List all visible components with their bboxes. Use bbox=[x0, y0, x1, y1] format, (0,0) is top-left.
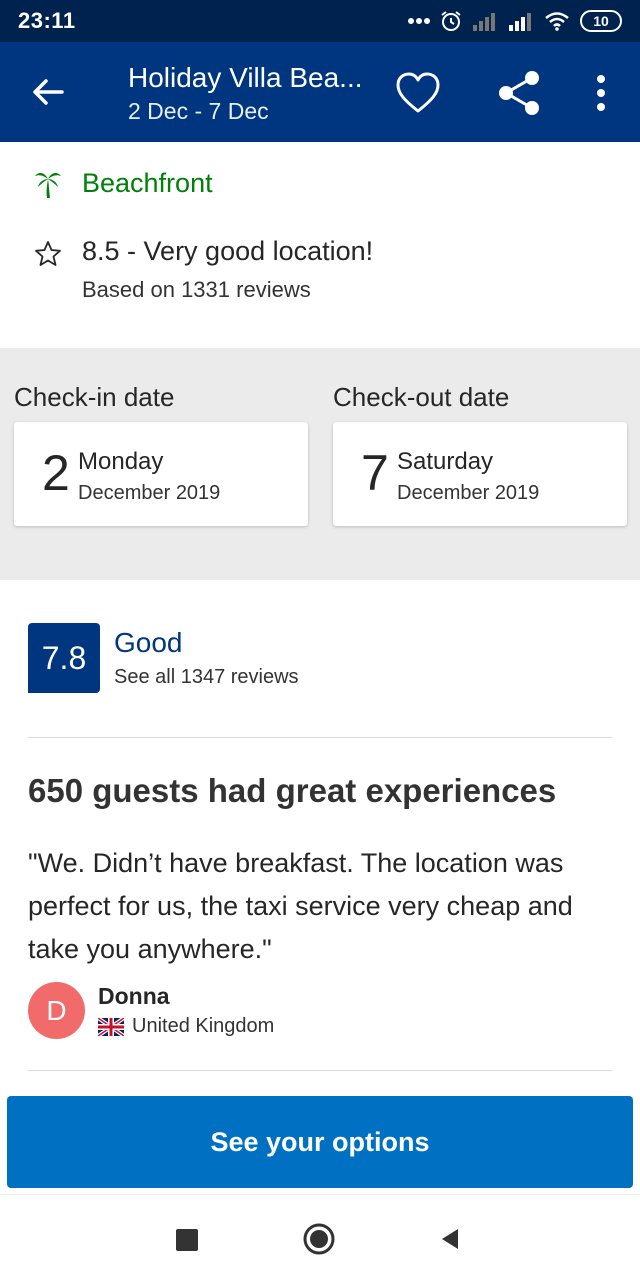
app-bar: Holiday Villa Bea... 2 Dec - 7 Dec bbox=[0, 42, 640, 142]
checkin-label: Check-in date bbox=[14, 382, 175, 412]
more-dots-icon bbox=[408, 18, 430, 24]
share-icon[interactable] bbox=[496, 70, 542, 116]
reviewer-country: United Kingdom bbox=[132, 1015, 275, 1037]
battery-icon: 10 bbox=[580, 10, 622, 32]
location-score-row: 8.5 - Very good location! Based on 1331 … bbox=[34, 236, 373, 303]
palm-tree-icon bbox=[35, 172, 61, 198]
checkout-weekday: Saturday bbox=[397, 448, 494, 475]
recent-apps-icon[interactable] bbox=[176, 1229, 198, 1251]
location-text: 8.5 - Very good location! Based on 1331 … bbox=[82, 236, 373, 303]
checkout-date-card[interactable]: 7 Saturday December 2019 bbox=[333, 422, 627, 526]
dates-section: Check-in date 2 Monday December 2019 Che… bbox=[0, 348, 640, 580]
status-time: 23:11 bbox=[18, 8, 76, 33]
system-nav-bar bbox=[0, 1194, 640, 1280]
title-block: Holiday Villa Bea... 2 Dec - 7 Dec bbox=[128, 62, 378, 125]
divider bbox=[28, 737, 612, 738]
divider bbox=[28, 1070, 612, 1071]
stay-dates-subtitle: 2 Dec - 7 Dec bbox=[128, 98, 269, 124]
home-icon[interactable] bbox=[303, 1223, 335, 1255]
uk-flag-icon bbox=[98, 1017, 124, 1036]
status-icons: 10 bbox=[408, 10, 622, 32]
checkin-date-card[interactable]: 2 Monday December 2019 bbox=[14, 422, 308, 526]
review-score-badge: 7.8 bbox=[28, 623, 100, 693]
checkout-label: Check-out date bbox=[333, 382, 510, 412]
back-icon[interactable] bbox=[438, 1227, 462, 1251]
heart-icon[interactable] bbox=[394, 70, 442, 116]
checkin-month-year: December 2019 bbox=[78, 482, 221, 504]
status-bar: 23:11 10 bbox=[0, 0, 640, 42]
review-quote: "We. Didn’t have breakfast. The location… bbox=[28, 848, 573, 964]
alarm-icon bbox=[441, 11, 461, 31]
back-arrow-icon[interactable] bbox=[28, 72, 68, 112]
guests-experience-heading: 650 guests had great experiences bbox=[28, 772, 557, 809]
beachfront-label: Beachfront bbox=[82, 168, 213, 198]
rating-word[interactable]: Good bbox=[114, 627, 183, 659]
checkin-day: 2 bbox=[42, 445, 70, 501]
see-all-reviews-link[interactable]: See all 1347 reviews bbox=[114, 666, 299, 689]
signal-icon bbox=[473, 13, 495, 31]
location-reviews-text: Based on 1331 reviews bbox=[82, 277, 311, 302]
hotel-details-screen: 23:11 10 Holiday Villa Bea... 2 Dec - 7 … bbox=[0, 0, 640, 1280]
more-vert-icon[interactable] bbox=[586, 70, 616, 116]
checkin-weekday: Monday bbox=[78, 448, 164, 475]
checkout-day: 7 bbox=[361, 445, 389, 501]
wifi-icon bbox=[545, 12, 569, 31]
reviewer-country-row: United Kingdom bbox=[98, 1015, 274, 1038]
beachfront-highlight: Beachfront bbox=[34, 168, 213, 199]
checkout-month-year: December 2019 bbox=[397, 482, 540, 504]
avatar: D bbox=[28, 982, 85, 1039]
hotel-name-title: Holiday Villa Bea... bbox=[128, 62, 363, 93]
location-score-text: 8.5 - Very good location! bbox=[82, 236, 374, 266]
star-outline-icon bbox=[35, 241, 61, 266]
see-your-options-button[interactable]: See your options bbox=[7, 1096, 633, 1188]
signal-icon bbox=[509, 13, 531, 31]
reviewer-name: Donna bbox=[98, 983, 170, 1009]
